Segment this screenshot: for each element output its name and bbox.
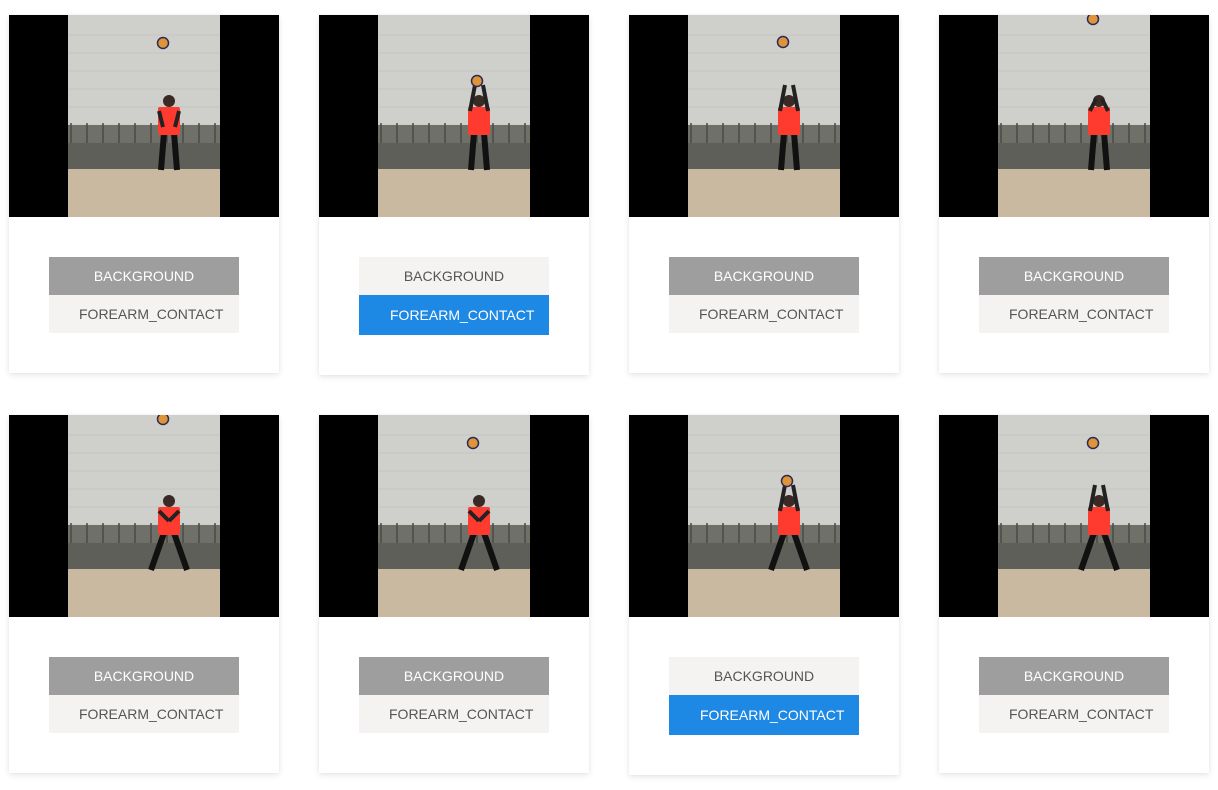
volleyball: [156, 415, 170, 426]
video-frame-image: [9, 415, 279, 617]
label-options: BACKGROUND FOREARM_CONTACT: [359, 657, 549, 733]
ground: [378, 569, 530, 617]
label-options: BACKGROUND FOREARM_CONTACT: [979, 257, 1169, 333]
ground: [688, 569, 840, 617]
bushes: [68, 143, 220, 169]
frame-card: BACKGROUND FOREARM_CONTACT: [629, 415, 899, 775]
background-option-button[interactable]: BACKGROUND: [669, 257, 859, 295]
frame-thumbnail: [319, 415, 589, 617]
forearm-contact-option-button[interactable]: FOREARM_CONTACT: [979, 695, 1169, 733]
forearm-contact-option-button[interactable]: FOREARM_CONTACT: [359, 695, 549, 733]
bushes: [688, 543, 840, 569]
frame-thumbnail: [9, 15, 279, 217]
volleyball: [776, 35, 790, 49]
forearm-contact-option-button[interactable]: FOREARM_CONTACT: [359, 295, 549, 335]
bushes: [68, 543, 220, 569]
forearm-contact-option-button[interactable]: FOREARM_CONTACT: [979, 295, 1169, 333]
bushes: [998, 543, 1150, 569]
forearm-contact-option-button[interactable]: FOREARM_CONTACT: [669, 295, 859, 333]
video-frame-image: [319, 15, 589, 217]
wall: [68, 415, 220, 535]
volleyball: [466, 436, 480, 450]
background-option-button[interactable]: BACKGROUND: [49, 657, 239, 695]
label-options: BACKGROUND FOREARM_CONTACT: [359, 257, 549, 335]
volleyball: [470, 74, 484, 88]
background-option-button[interactable]: BACKGROUND: [669, 657, 859, 695]
wall: [688, 15, 840, 135]
bushes: [688, 143, 840, 169]
frame-card: BACKGROUND FOREARM_CONTACT: [319, 15, 589, 375]
wall: [998, 15, 1150, 135]
ground: [998, 169, 1150, 217]
frame-card: BACKGROUND FOREARM_CONTACT: [319, 415, 589, 773]
volleyball: [1086, 436, 1100, 450]
background-option-button[interactable]: BACKGROUND: [359, 257, 549, 295]
ground: [68, 169, 220, 217]
video-frame-image: [939, 15, 1209, 217]
background-option-button[interactable]: BACKGROUND: [979, 257, 1169, 295]
frame-card: BACKGROUND FOREARM_CONTACT: [9, 415, 279, 773]
bushes: [998, 143, 1150, 169]
frame-thumbnail: [939, 15, 1209, 217]
frame-card: BACKGROUND FOREARM_CONTACT: [9, 15, 279, 373]
background-option-button[interactable]: BACKGROUND: [49, 257, 239, 295]
video-frame-image: [9, 15, 279, 217]
frame-card: BACKGROUND FOREARM_CONTACT: [939, 415, 1209, 773]
ground: [68, 569, 220, 617]
bushes: [378, 143, 530, 169]
ground: [688, 169, 840, 217]
forearm-contact-option-button[interactable]: FOREARM_CONTACT: [669, 695, 859, 735]
label-options: BACKGROUND FOREARM_CONTACT: [979, 657, 1169, 733]
frame-card: BACKGROUND FOREARM_CONTACT: [629, 15, 899, 373]
frame-thumbnail: [319, 15, 589, 217]
bushes: [378, 543, 530, 569]
video-frame-image: [319, 415, 589, 617]
volleyball: [780, 474, 794, 488]
frame-card: BACKGROUND FOREARM_CONTACT: [939, 15, 1209, 373]
video-frame-image: [629, 415, 899, 617]
frame-thumbnail: [9, 415, 279, 617]
background-option-button[interactable]: BACKGROUND: [359, 657, 549, 695]
video-frame-image: [629, 15, 899, 217]
frame-thumbnail: [629, 15, 899, 217]
volleyball: [1086, 15, 1100, 26]
annotation-grid: BACKGROUND FOREARM_CONTACT BACKGROUND FOREA…: [0, 0, 1218, 790]
forearm-contact-option-button[interactable]: FOREARM_CONTACT: [49, 295, 239, 333]
wall: [688, 415, 840, 535]
wall: [378, 15, 530, 135]
label-options: BACKGROUND FOREARM_CONTACT: [49, 257, 239, 333]
label-options: BACKGROUND FOREARM_CONTACT: [669, 657, 859, 735]
video-frame-image: [939, 415, 1209, 617]
frame-thumbnail: [629, 415, 899, 617]
ground: [998, 569, 1150, 617]
background-option-button[interactable]: BACKGROUND: [979, 657, 1169, 695]
label-options: BACKGROUND FOREARM_CONTACT: [669, 257, 859, 333]
forearm-contact-option-button[interactable]: FOREARM_CONTACT: [49, 695, 239, 733]
frame-thumbnail: [939, 415, 1209, 617]
volleyball: [156, 36, 170, 50]
label-options: BACKGROUND FOREARM_CONTACT: [49, 657, 239, 733]
ground: [378, 169, 530, 217]
wall: [378, 415, 530, 535]
wall: [68, 15, 220, 135]
wall: [998, 415, 1150, 535]
